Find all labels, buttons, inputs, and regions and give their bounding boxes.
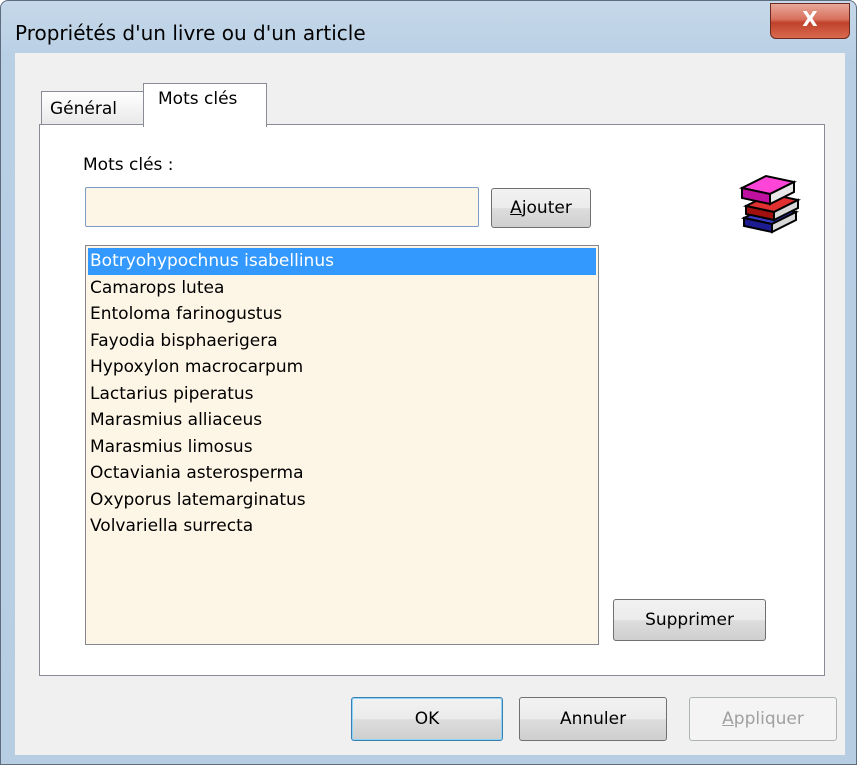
dialog-window: Propriétés d'un livre ou d'un article X … (0, 0, 857, 765)
window-title: Propriétés d'un livre ou d'un article (15, 21, 366, 45)
list-item[interactable]: Oxyporus latemarginatus (86, 487, 598, 514)
tab-general[interactable]: Général (41, 91, 145, 125)
keyword-list[interactable]: Botryohypochnus isabellinus Camarops lut… (85, 245, 599, 645)
cancel-button[interactable]: Annuler (519, 697, 667, 741)
accelerator-key: A (510, 198, 522, 218)
ok-button[interactable]: OK (351, 697, 503, 741)
keywords-label: Mots clés : (83, 155, 174, 175)
tab-mots-cles[interactable]: Mots clés (143, 83, 267, 127)
dialog-client-area: Général Mots clés Mots clés : Ajouter Bo… (15, 53, 845, 755)
tab-panel: Mots clés : Ajouter Botryohypochnus isab… (39, 124, 825, 676)
list-item[interactable]: Botryohypochnus isabellinus (88, 248, 596, 275)
list-item[interactable]: Octaviania asterosperma (86, 460, 598, 487)
button-label: jouter (521, 198, 572, 218)
list-item[interactable]: Entoloma farinogustus (86, 301, 598, 328)
list-item[interactable]: Volvariella surrecta (86, 513, 598, 540)
delete-button[interactable]: Supprimer (613, 599, 766, 641)
list-item[interactable]: Hypoxylon macrocarpum (86, 354, 598, 381)
apply-button[interactable]: Appliquer (689, 697, 837, 741)
button-label: ppliquer (733, 709, 804, 729)
list-item[interactable]: Fayodia bisphaerigera (86, 328, 598, 355)
tab-label: Général (50, 99, 117, 119)
tab-label: Mots clés (158, 89, 238, 109)
list-item[interactable]: Marasmius limosus (86, 434, 598, 461)
list-item[interactable]: Lactarius piperatus (86, 381, 598, 408)
books-icon (739, 174, 801, 234)
list-item[interactable]: Marasmius alliaceus (86, 407, 598, 434)
add-button[interactable]: Ajouter (491, 188, 591, 228)
keyword-input[interactable] (85, 187, 479, 227)
accelerator-key: A (722, 709, 734, 729)
close-icon: X (802, 7, 818, 31)
close-button[interactable]: X (770, 3, 850, 39)
title-bar[interactable]: Propriétés d'un livre ou d'un article X (1, 1, 856, 53)
list-item[interactable]: Camarops lutea (86, 275, 598, 302)
